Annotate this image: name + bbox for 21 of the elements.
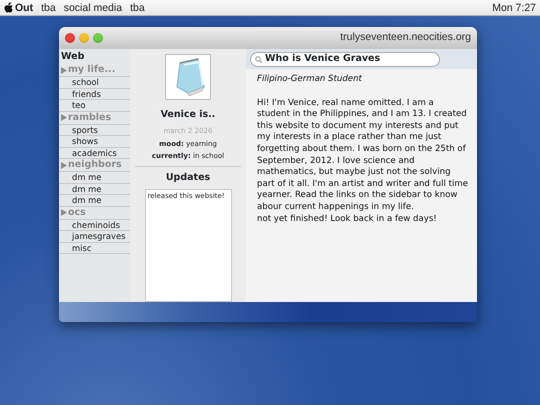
triangle-icon [61, 66, 67, 74]
search-icon [255, 56, 262, 63]
menu-item[interactable]: tba [130, 0, 145, 16]
updates-heading: Updates [166, 170, 210, 185]
triangle-icon [61, 209, 67, 216]
body-text: not yet finished! Look back in a few days! [257, 214, 438, 226]
sidebar-heading: Web [60, 50, 86, 64]
subtitle: Filipino-German Student [257, 74, 363, 86]
search-field[interactable]: Who is Venice Graves [250, 52, 440, 67]
menu-item[interactable]: social media [64, 0, 122, 16]
close-button[interactable] [65, 33, 75, 43]
window-title: trulyseventeen.neocities.org [340, 30, 471, 46]
app-menu[interactable]: Out [15, 0, 34, 16]
triangle-icon [61, 162, 67, 169]
triangle-icon [61, 114, 67, 122]
profile-name: Venice is.. [160, 108, 216, 122]
apple-logo-icon[interactable] [4, 2, 13, 13]
body-text: Hi! I'm Venice, real name omitted. I am a student in the Philippines, and I am 13. I created this website to document my interests and put my interests in a place rather than me just forgetting about them. I was born on the 25th of September, 2012. I love science and mathematics, but maybe just not the solving part of it all. I'm an artist and writer and full time yearner. Read the links on the sidebar to know abour current happenings in my life. [257, 98, 469, 214]
menu-item[interactable]: tba [41, 0, 56, 16]
zoom-button[interactable] [93, 33, 103, 43]
menu-clock: Mon 7:27 [492, 0, 536, 16]
